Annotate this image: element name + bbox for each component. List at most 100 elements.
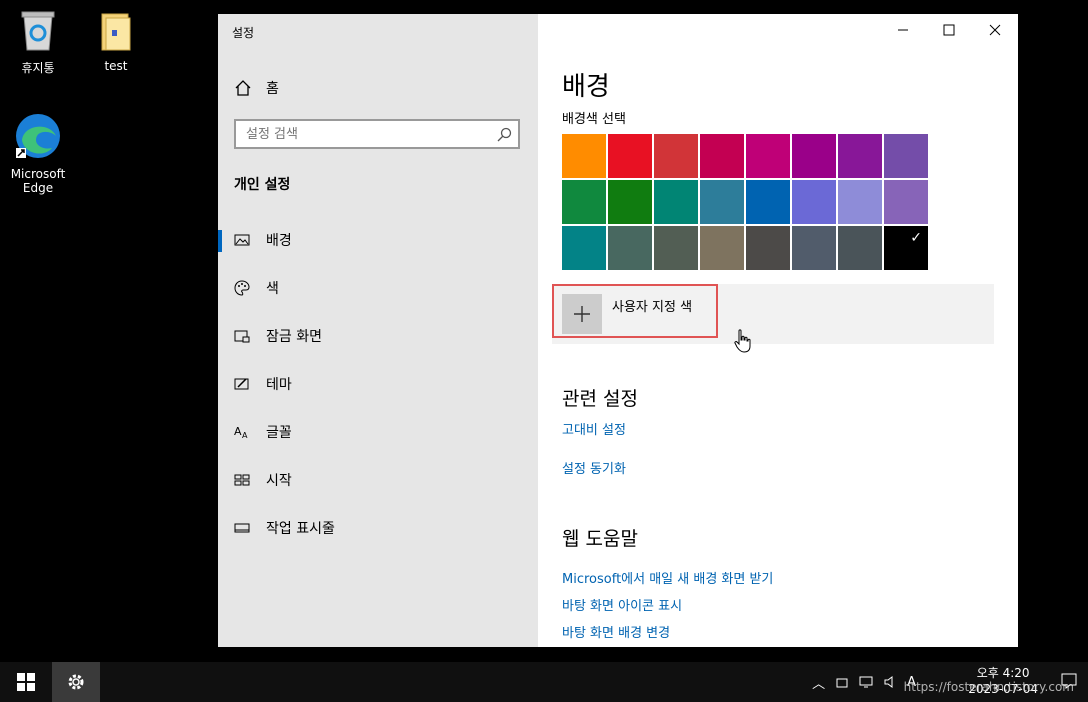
- sidebar-item-taskbar[interactable]: 작업 표시줄: [218, 504, 538, 552]
- color-swatch[interactable]: [792, 180, 836, 224]
- sidebar-nav: 배경 색 잠금 화면 테마 A A 글꼴 시작 작업 표시줄: [218, 216, 538, 552]
- color-swatch[interactable]: [562, 226, 606, 270]
- svg-text:A: A: [242, 431, 248, 440]
- daily-wallpaper-link[interactable]: Microsoft에서 매일 새 배경 화면 받기: [562, 568, 773, 587]
- color-swatch[interactable]: [608, 134, 652, 178]
- sync-settings-link[interactable]: 설정 동기화: [562, 458, 626, 477]
- chevron-up-icon[interactable]: ︿: [812, 673, 825, 692]
- page-title: 배경: [562, 72, 610, 102]
- clock-time: 오후 4:20: [976, 666, 1030, 680]
- color-swatch[interactable]: [884, 180, 928, 224]
- taskbar-settings-app[interactable]: [52, 662, 100, 702]
- network-icon[interactable]: [835, 675, 849, 689]
- speaker-icon[interactable]: [883, 675, 897, 689]
- monitor-icon[interactable]: [859, 675, 873, 689]
- sidebar-item-label: 배경: [266, 233, 292, 249]
- color-swatch[interactable]: [562, 180, 606, 224]
- edge-icon: [2, 112, 74, 163]
- home-icon: [235, 80, 251, 96]
- folder-icon: [80, 8, 152, 55]
- maximize-icon: [943, 24, 955, 36]
- color-grid: ✓: [562, 134, 928, 270]
- theme-icon: [234, 378, 249, 390]
- desktop-icon-test-folder[interactable]: test: [80, 8, 152, 73]
- color-picker-label: 배경색 선택: [562, 112, 626, 127]
- color-swatch[interactable]: [838, 134, 882, 178]
- palette-icon: [234, 280, 250, 296]
- color-swatch[interactable]: [746, 180, 790, 224]
- desktop-icon-edge[interactable]: Microsoft Edge: [2, 112, 74, 195]
- home-link[interactable]: 홈: [234, 78, 279, 98]
- color-swatch[interactable]: [700, 226, 744, 270]
- color-swatch[interactable]: [700, 180, 744, 224]
- color-swatch[interactable]: [884, 134, 928, 178]
- sidebar-item-label: 색: [266, 281, 279, 297]
- sidebar-item-color[interactable]: 색: [218, 264, 538, 312]
- color-swatch[interactable]: [838, 226, 882, 270]
- color-swatch[interactable]: [792, 226, 836, 270]
- window-title: 설정: [232, 26, 255, 40]
- color-swatch[interactable]: [654, 180, 698, 224]
- color-swatch[interactable]: [608, 226, 652, 270]
- start-icon: [234, 474, 250, 486]
- web-help-title: 웹 도움말: [562, 528, 638, 550]
- sidebar-item-font[interactable]: A A 글꼴: [218, 408, 538, 456]
- minimize-button[interactable]: [880, 14, 926, 46]
- color-swatch[interactable]: [654, 226, 698, 270]
- main-content: 배경 배경색 선택 ✓ 사용자 지정 색 관련 설정 고대비 설정 설정 동기화…: [538, 14, 1018, 647]
- taskbar: ︿ A 오후 4:20 2023-07-04 https://fosterahn…: [0, 662, 1088, 702]
- search-input[interactable]: [236, 121, 506, 147]
- notification-icon[interactable]: [1060, 672, 1078, 690]
- recycle-bin-icon: [2, 8, 74, 55]
- custom-color-label: 사용자 지정 색: [612, 300, 693, 315]
- close-button[interactable]: [972, 14, 1018, 46]
- color-swatch[interactable]: [700, 134, 744, 178]
- sidebar-item-label: 테마: [266, 377, 292, 393]
- search-icon[interactable]: [496, 127, 512, 143]
- desktop-icon-label: 휴지통: [21, 61, 55, 75]
- close-icon: [989, 24, 1001, 36]
- color-swatch[interactable]: [608, 180, 652, 224]
- font-icon: A A: [234, 425, 248, 440]
- sidebar: 설정 홈 개인 설정 배경: [218, 14, 538, 647]
- search-box[interactable]: [234, 119, 520, 149]
- sidebar-item-background[interactable]: 배경: [218, 216, 538, 264]
- desktop-icons-link[interactable]: 바탕 화면 아이콘 표시: [562, 595, 682, 614]
- home-label: 홈: [266, 81, 279, 97]
- sidebar-item-label: 글꼴: [266, 425, 292, 441]
- lock-screen-icon: [234, 330, 250, 343]
- color-swatch[interactable]: [562, 134, 606, 178]
- color-swatch[interactable]: [746, 134, 790, 178]
- color-swatch[interactable]: [838, 180, 882, 224]
- desktop-icon-recycle-bin[interactable]: 휴지통: [2, 8, 74, 76]
- start-button[interactable]: [6, 662, 46, 702]
- color-swatch[interactable]: [654, 134, 698, 178]
- color-swatch[interactable]: ✓: [884, 226, 928, 270]
- section-title: 개인 설정: [234, 177, 291, 193]
- high-contrast-link[interactable]: 고대비 설정: [562, 419, 626, 438]
- system-tray: ︿ A: [812, 662, 916, 702]
- watermark-text: https://fosterahn.tistory.com: [903, 680, 1074, 694]
- gear-icon: [68, 674, 84, 690]
- custom-color-button[interactable]: 사용자 지정 색: [552, 284, 718, 338]
- windows-logo-icon: [17, 673, 35, 691]
- taskbar-icon: [234, 523, 250, 533]
- sidebar-item-start[interactable]: 시작: [218, 456, 538, 504]
- minimize-icon: [898, 29, 908, 31]
- change-wallpaper-link[interactable]: 바탕 화면 배경 변경: [562, 622, 670, 641]
- desktop-icon-label: test: [104, 59, 128, 73]
- settings-window: 설정 홈 개인 설정 배경: [218, 14, 1018, 647]
- sidebar-item-label: 잠금 화면: [266, 329, 322, 345]
- sidebar-item-label: 작업 표시줄: [266, 521, 335, 537]
- maximize-button[interactable]: [926, 14, 972, 46]
- svg-text:A: A: [234, 425, 242, 438]
- color-swatch[interactable]: [792, 134, 836, 178]
- sidebar-item-lock-screen[interactable]: 잠금 화면: [218, 312, 538, 360]
- plus-icon: [562, 294, 602, 334]
- color-swatch[interactable]: [746, 226, 790, 270]
- sidebar-item-theme[interactable]: 테마: [218, 360, 538, 408]
- desktop-icon-label: Microsoft Edge: [10, 167, 66, 195]
- image-icon: [234, 234, 250, 246]
- related-settings-title: 관련 설정: [562, 388, 638, 410]
- custom-color-row: 사용자 지정 색: [552, 284, 994, 353]
